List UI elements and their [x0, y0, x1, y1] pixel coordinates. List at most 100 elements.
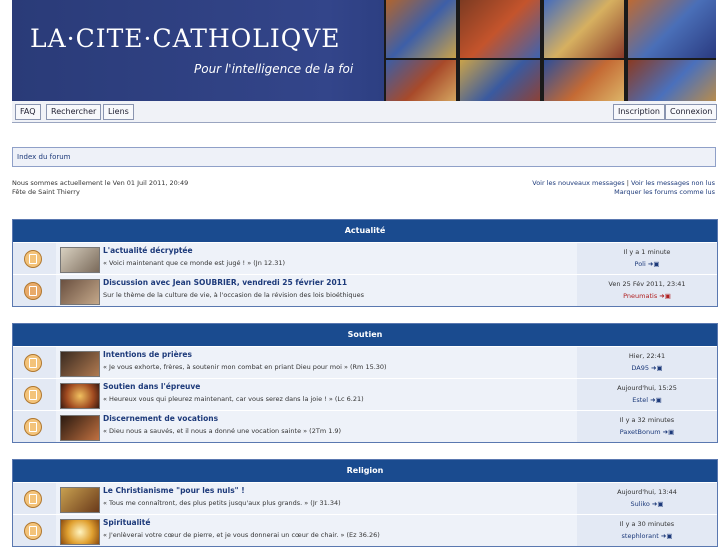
forum-read-icon: [24, 490, 42, 508]
forum-read-icon: [24, 522, 42, 540]
forum-thumbnail: [60, 415, 100, 441]
forum-title-link[interactable]: Soutien dans l'épreuve: [103, 382, 200, 391]
mark-read-link[interactable]: Marquer les forums comme lus: [614, 188, 715, 196]
last-post-username[interactable]: DA95: [631, 364, 649, 372]
login-button[interactable]: Connexion: [665, 104, 718, 120]
last-post-user[interactable]: Estel ➜▣: [577, 396, 717, 404]
last-post-username[interactable]: Estel: [632, 396, 648, 404]
last-post-user[interactable]: Suliko ➜▣: [577, 500, 717, 508]
forum-title-link[interactable]: Spiritualité: [103, 518, 150, 527]
forum-status-cell: [13, 411, 56, 442]
top-navbar: FAQ Rechercher Liens Inscription Connexi…: [12, 101, 718, 123]
forum-read-icon: [24, 386, 42, 404]
last-post-date: Aujourd'hui, 13:44: [617, 488, 677, 496]
last-post-user[interactable]: Pneumatis ➜▣: [577, 292, 717, 300]
forum-thumbnail: [60, 487, 100, 513]
last-post-username[interactable]: stephlorant: [622, 532, 659, 540]
last-post-cell: Aujourd'hui, 13:44 Suliko ➜▣: [577, 483, 717, 514]
forum-title-link[interactable]: L'actualité décryptée: [103, 246, 193, 255]
forum-row: L'actualité décryptée « Voici maintenant…: [13, 243, 717, 275]
forum-row: Discernement de vocations « Dieu nous a …: [13, 411, 717, 442]
forum-title-link[interactable]: Le Christianisme "pour les nuls" !: [103, 486, 245, 495]
last-post-date: Il y a 30 minutes: [619, 520, 675, 528]
separator: |: [626, 179, 629, 187]
last-post-date: Il y a 1 minute: [623, 248, 671, 256]
forum-description: « Dieu nous a sauvés, et il nous a donné…: [103, 427, 342, 435]
register-button[interactable]: Inscription: [613, 104, 665, 120]
forum-row: Spiritualité « J'enlèverai votre cœur de…: [13, 515, 717, 546]
forum-read-icon: [24, 418, 42, 436]
go-to-post-icon[interactable]: ➜▣: [652, 500, 664, 508]
feast-of-day: Fête de Saint Thierry: [12, 188, 80, 196]
section-religion: Religion Le Christianisme "pour les nuls…: [12, 459, 718, 547]
last-post-cell: Ven 25 Fév 2011, 23:41 Pneumatis ➜▣: [577, 275, 717, 306]
forum-title-link[interactable]: Discernement de vocations: [103, 414, 218, 423]
forum-description: « Voici maintenant que ce monde est jugé…: [103, 259, 286, 267]
forum-status-cell: [13, 243, 56, 274]
unread-messages-link[interactable]: Voir les messages non lus: [631, 179, 715, 187]
go-to-post-icon[interactable]: ➜▣: [663, 428, 675, 436]
section-actualite: Actualité L'actualité décryptée « Voici …: [12, 219, 718, 307]
message-links: Voir les nouveaux messages | Voir les me…: [532, 179, 715, 187]
breadcrumb-forum-index[interactable]: Index du forum: [17, 153, 70, 161]
last-post-user[interactable]: PaxetBonum ➜▣: [577, 428, 717, 436]
forum-row: Soutien dans l'épreuve « Heureux vous qu…: [13, 379, 717, 411]
forum-title-link[interactable]: Discussion avec Jean SOUBRIER, vendredi …: [103, 278, 347, 287]
links-button[interactable]: Liens: [103, 104, 134, 120]
last-post-cell: Il y a 32 minutes PaxetBonum ➜▣: [577, 411, 717, 442]
forum-thumbnail: [60, 351, 100, 377]
section-title: Religion: [13, 460, 717, 483]
site-subtitle: Pour l'intelligence de la foi: [194, 62, 354, 76]
forum-row: Intentions de prières « Je vous exhorte,…: [13, 347, 717, 379]
forum-locked-icon: [24, 282, 42, 300]
forum-thumbnail: [60, 279, 100, 305]
last-post-cell: Il y a 30 minutes stephlorant ➜▣: [577, 515, 717, 546]
mark-read-wrap: Marquer les forums comme lus: [614, 188, 715, 196]
forum-row: Le Christianisme "pour les nuls" ! « Tou…: [13, 483, 717, 515]
go-to-post-icon[interactable]: ➜▣: [661, 532, 673, 540]
last-post-cell: Il y a 1 minute Poli ➜▣: [577, 243, 717, 274]
site-title: LA·CITE·CATHOLIQVE: [30, 24, 341, 53]
forum-status-cell: [13, 515, 56, 546]
last-post-user[interactable]: DA95 ➜▣: [577, 364, 717, 372]
forum-read-icon: [24, 250, 42, 268]
current-date: Nous sommes actuellement le Ven 01 Juil …: [12, 179, 189, 187]
section-title: Soutien: [13, 324, 717, 347]
last-post-username[interactable]: Pneumatis: [623, 292, 657, 300]
last-post-user[interactable]: stephlorant ➜▣: [577, 532, 717, 540]
forum-status-cell: [13, 275, 56, 306]
breadcrumb: Index du forum: [12, 147, 716, 167]
last-post-date: Hier, 22:41: [628, 352, 666, 360]
last-post-username[interactable]: Suliko: [630, 500, 649, 508]
search-button[interactable]: Rechercher: [46, 104, 102, 120]
last-post-username[interactable]: Poli: [635, 260, 646, 268]
forum-status-cell: [13, 347, 56, 378]
forum-description: Sur le thème de la culture de vie, à l'o…: [103, 291, 365, 299]
new-messages-link[interactable]: Voir les nouveaux messages: [532, 179, 624, 187]
last-post-user[interactable]: Poli ➜▣: [577, 260, 717, 268]
stained-glass-image: [374, 0, 716, 101]
forum-description: « J'enlèverai votre cœur de pierre, et j…: [103, 531, 380, 539]
last-post-date: Il y a 32 minutes: [619, 416, 675, 424]
forum-status-cell: [13, 483, 56, 514]
last-post-username[interactable]: PaxetBonum: [620, 428, 661, 436]
forum-description: « Je vous exhorte, frères, à soutenir mo…: [103, 363, 387, 371]
section-title: Actualité: [13, 220, 717, 243]
go-to-post-icon[interactable]: ➜▣: [650, 396, 662, 404]
forum-thumbnail: [60, 247, 100, 273]
forum-read-icon: [24, 354, 42, 372]
forum-status-cell: [13, 379, 56, 410]
forum-thumbnail: [60, 519, 100, 545]
forum-description: « Tous me connaîtront, des plus petits j…: [103, 499, 341, 507]
forum-title-link[interactable]: Intentions de prières: [103, 350, 192, 359]
last-post-cell: Hier, 22:41 DA95 ➜▣: [577, 347, 717, 378]
faq-button[interactable]: FAQ: [15, 104, 41, 120]
go-to-post-icon[interactable]: ➜▣: [659, 292, 671, 300]
go-to-post-icon[interactable]: ➜▣: [648, 260, 660, 268]
section-soutien: Soutien Intentions de prières « Je vous …: [12, 323, 718, 443]
go-to-post-icon[interactable]: ➜▣: [651, 364, 663, 372]
forum-row: Discussion avec Jean SOUBRIER, vendredi …: [13, 275, 717, 306]
last-post-date: Aujourd'hui, 15:25: [617, 384, 677, 392]
forum-thumbnail: [60, 383, 100, 409]
last-post-cell: Aujourd'hui, 15:25 Estel ➜▣: [577, 379, 717, 410]
